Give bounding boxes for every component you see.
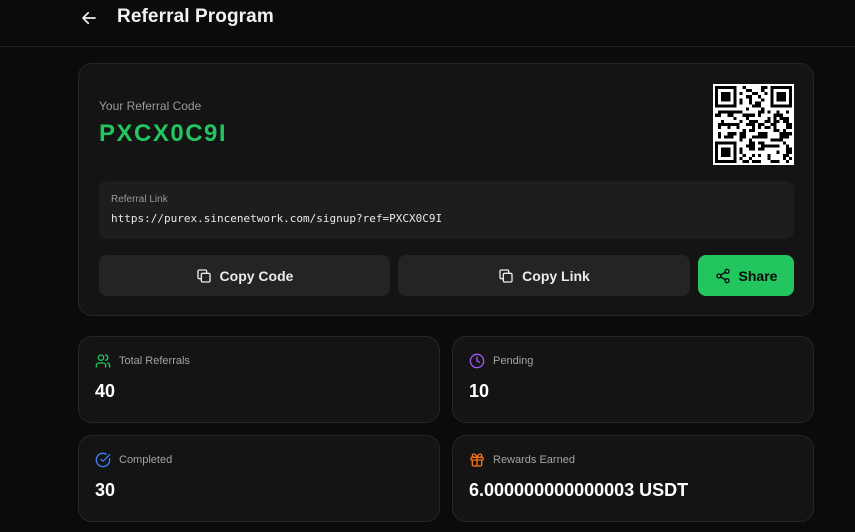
stat-value: 30 [95,480,116,500]
stat-card-rewards-earned: Rewards Earned 6.000000000000003 USDT [452,435,814,522]
qr-code-icon [713,84,794,165]
stat-value: 6.000000000000003 USDT [469,480,689,500]
copy-code-button[interactable]: Copy Code [99,255,390,296]
referral-code-label: Your Referral Code [99,99,202,113]
share-icon [715,268,730,283]
stat-label: Completed [119,454,173,466]
share-label: Share [738,267,778,284]
back-button[interactable] [78,7,100,29]
copy-icon [499,268,513,283]
clock-icon [469,353,485,369]
page-title: Referral Program [117,6,274,27]
copy-code-label: Copy Code [219,267,294,284]
users-icon [95,354,111,368]
referral-link-box: Referral Link https://purex.sincenetwork… [99,181,794,239]
referral-card: Your Referral Code PXCX0C9I Referral Lin… [78,63,814,316]
share-button[interactable]: Share [698,255,794,296]
stat-label: Rewards Earned [493,454,575,466]
stat-card-pending: Pending 10 [452,336,814,423]
referral-link[interactable]: https://purex.sincenetwork.com/signup?re… [111,212,442,225]
copy-icon [196,268,211,283]
arrow-left-icon [82,11,96,25]
header: Referral Program [0,0,855,47]
gift-icon [470,453,484,467]
stat-label: Total Referrals [119,355,190,367]
referral-link-label: Referral Link [111,194,168,205]
copy-link-label: Copy Link [522,267,590,284]
stat-value: 40 [95,381,116,401]
stat-card-total-referrals: Total Referrals 40 [78,336,440,423]
stat-value: 10 [469,381,490,401]
referral-code: PXCX0C9I [99,120,228,147]
stat-label: Pending [493,355,534,367]
stat-card-completed: Completed 30 [78,435,440,522]
copy-link-button[interactable]: Copy Link [398,255,690,296]
check-circle-icon [95,452,111,468]
